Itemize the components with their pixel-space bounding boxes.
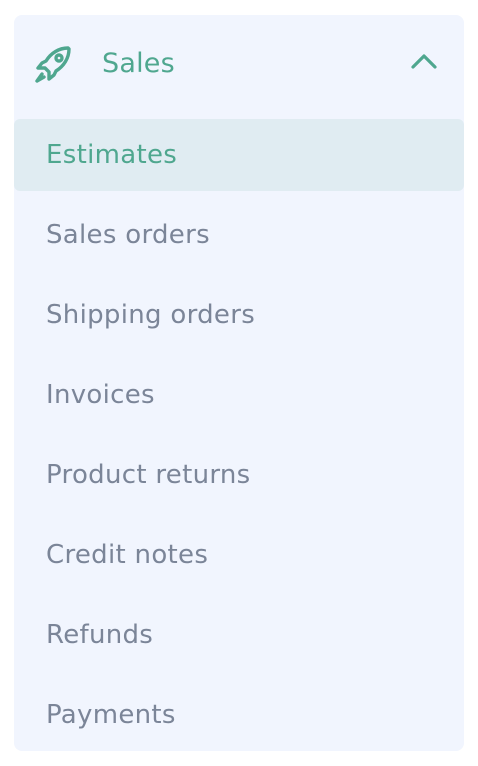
menu-item-label: Refunds: [46, 620, 154, 650]
menu-item-credit-notes[interactable]: Credit notes: [14, 519, 464, 591]
rocket-icon: [32, 43, 74, 85]
section-title: Sales: [102, 48, 175, 79]
menu-item-shipping-orders[interactable]: Shipping orders: [14, 279, 464, 351]
menu-item-estimates[interactable]: Estimates: [14, 119, 464, 191]
menu-item-label: Credit notes: [46, 540, 209, 570]
menu-item-payments[interactable]: Payments: [14, 679, 464, 751]
menu-item-label: Estimates: [46, 140, 178, 170]
sales-nav-panel: Sales Estimates Sales orders Shipping or…: [14, 15, 464, 751]
menu-item-label: Shipping orders: [46, 300, 256, 330]
sales-submenu: Estimates Sales orders Shipping orders I…: [14, 119, 464, 759]
menu-item-refunds[interactable]: Refunds: [14, 599, 464, 671]
menu-item-label: Product returns: [46, 460, 251, 490]
menu-item-sales-orders[interactable]: Sales orders: [14, 199, 464, 271]
sales-section-header[interactable]: Sales: [14, 15, 464, 115]
menu-item-product-returns[interactable]: Product returns: [14, 439, 464, 511]
menu-item-label: Sales orders: [46, 220, 210, 250]
chevron-up-icon[interactable]: [408, 51, 440, 73]
menu-item-label: Invoices: [46, 380, 155, 410]
menu-item-label: Payments: [46, 700, 176, 730]
menu-item-invoices[interactable]: Invoices: [14, 359, 464, 431]
